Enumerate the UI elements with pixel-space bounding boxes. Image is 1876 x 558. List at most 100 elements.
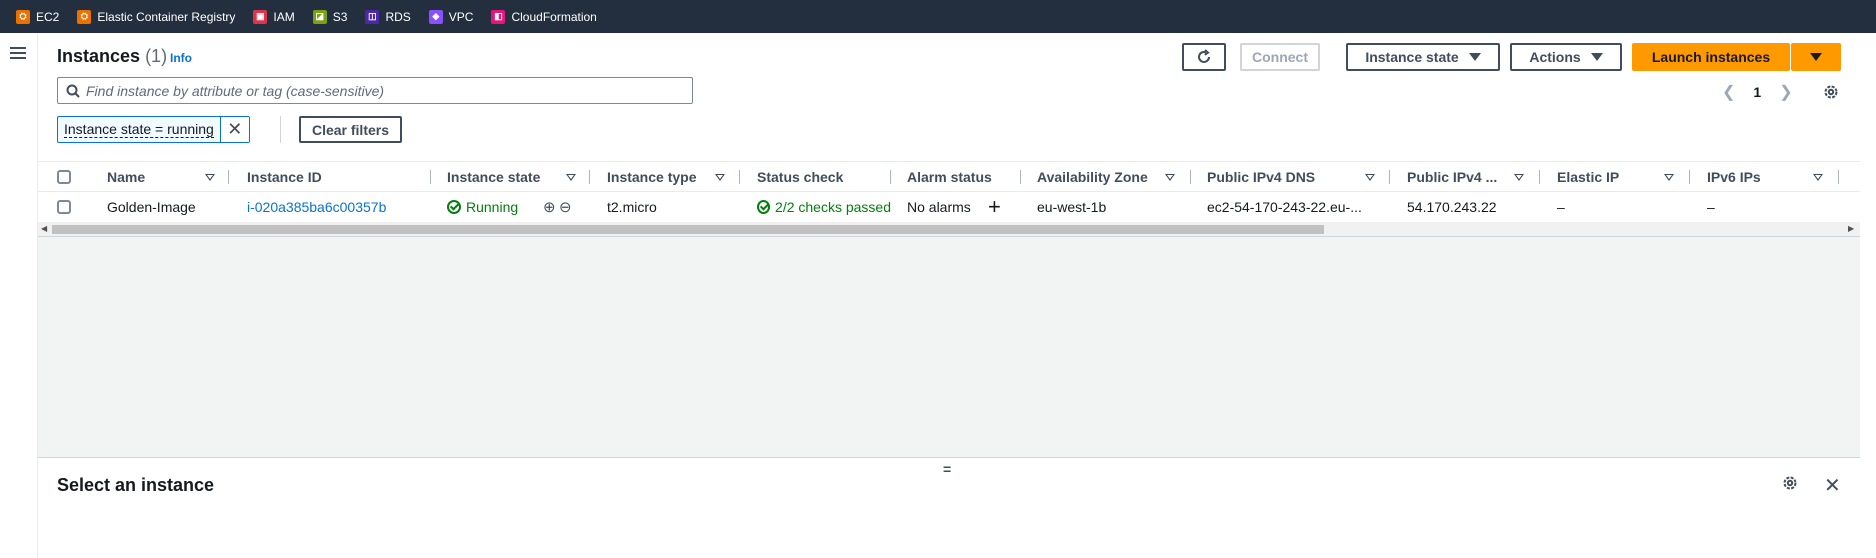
column-resizer[interactable] [430, 170, 431, 184]
iam-icon: ▣ [253, 9, 268, 24]
actions-dropdown[interactable]: Actions [1510, 43, 1622, 71]
column-resizer[interactable] [890, 170, 891, 184]
favorite-vpc[interactable]: ◈ VPC [428, 9, 473, 24]
right-edge [1860, 33, 1876, 558]
cell-instance-type: t2.micro [607, 199, 657, 215]
column-resizer[interactable] [739, 170, 740, 184]
column-resizer[interactable] [1389, 170, 1390, 184]
favorite-ec2[interactable]: ⛭ EC2 [16, 9, 59, 24]
add-alarm-icon[interactable]: + [988, 192, 1001, 222]
instance-state-dropdown[interactable]: Instance state [1346, 43, 1500, 71]
search-icon [66, 84, 80, 98]
header-instance-type[interactable]: Instance type [607, 162, 696, 192]
header-public-ip[interactable]: Public IPv4 ... [1407, 162, 1497, 192]
instance-id-link[interactable]: i-020a385ba6c00357b [247, 192, 386, 222]
cell-public-ip: 54.170.243.22 [1407, 199, 1497, 215]
gear-icon[interactable] [1823, 84, 1839, 100]
info-link[interactable]: Info [170, 51, 192, 65]
column-resizer[interactable] [1020, 170, 1021, 184]
sort-icon[interactable] [205, 174, 215, 181]
chevron-left-icon[interactable]: ❮ [1722, 82, 1735, 102]
caret-down-icon [1468, 53, 1481, 61]
caret-down-icon [1590, 53, 1603, 61]
menu-icon[interactable] [10, 47, 26, 59]
pagination: ❮ 1 ❯ [1722, 82, 1839, 102]
vpc-icon: ◈ [428, 9, 443, 24]
header-status-check[interactable]: Status check [757, 162, 843, 192]
instances-table: Name Instance ID Instance state Instance… [38, 161, 1860, 237]
chevron-right-icon[interactable]: ❯ [1779, 82, 1792, 102]
page-number[interactable]: 1 [1753, 84, 1761, 100]
sort-icon[interactable] [1165, 174, 1175, 181]
sort-icon[interactable] [715, 174, 725, 181]
side-nav-strip [0, 33, 38, 558]
table-row[interactable]: Golden-Image i-020a385ba6c00357b Running… [38, 192, 1860, 222]
column-resizer[interactable] [589, 170, 590, 184]
checkbox [57, 170, 71, 184]
remove-filter-icon[interactable]: ✕ [220, 117, 249, 142]
connect-button[interactable]: Connect [1240, 43, 1320, 71]
header-name[interactable]: Name [107, 162, 145, 192]
header-ipv6[interactable]: IPv6 IPs [1707, 162, 1761, 192]
refresh-icon [1198, 49, 1210, 63]
launch-instances-dropdown[interactable] [1791, 43, 1841, 71]
cell-ipv6: – [1707, 199, 1715, 215]
refresh-button[interactable] [1182, 43, 1226, 71]
sort-icon[interactable] [1365, 174, 1375, 181]
search-input[interactable] [86, 82, 666, 99]
header-instance-id[interactable]: Instance ID [247, 162, 322, 192]
column-resizer[interactable] [1689, 170, 1690, 184]
scroll-right-icon[interactable]: ▶ [1848, 224, 1854, 233]
favorite-s3[interactable]: ◪ S3 [312, 9, 347, 24]
row-checkbox[interactable] [57, 192, 71, 222]
split-panel-title: Select an instance [57, 475, 215, 495]
header-availability-zone[interactable]: Availability Zone [1037, 162, 1148, 192]
clear-filters-button[interactable]: Clear filters [299, 116, 402, 143]
select-all-checkbox[interactable] [57, 162, 71, 192]
sort-icon[interactable] [1664, 174, 1674, 181]
scrollbar-thumb[interactable] [52, 225, 1324, 234]
cell-alarm-status: No alarms [907, 199, 971, 215]
table-header-row: Name Instance ID Instance state Instance… [38, 162, 1860, 192]
instances-header: Instances (1) Info Connect Instance stat… [38, 33, 1860, 161]
header-instance-state[interactable]: Instance state [447, 162, 540, 192]
launch-instances-button[interactable]: Launch instances [1632, 43, 1790, 71]
zoom-in-icon[interactable]: ⊕ [543, 192, 556, 222]
favorite-ecr[interactable]: ⛭ Elastic Container Registry [77, 9, 235, 24]
divider [280, 116, 281, 143]
ecr-icon: ⛭ [77, 9, 92, 24]
filter-token-label[interactable]: Instance state = running [58, 117, 221, 142]
favorite-cloudformation[interactable]: ◧ CloudFormation [491, 9, 597, 24]
gear-icon[interactable] [1782, 475, 1798, 491]
rds-icon: ◫ [365, 9, 380, 24]
main-content: Instances (1) Info Connect Instance stat… [38, 33, 1860, 558]
favorite-iam[interactable]: ▣ IAM [253, 9, 295, 24]
column-resizer[interactable] [1190, 170, 1191, 184]
check-circle-icon [757, 200, 771, 214]
zoom-out-icon[interactable]: ⊖ [559, 192, 572, 222]
header-public-dns[interactable]: Public IPv4 DNS [1207, 162, 1315, 192]
s3-icon: ◪ [312, 9, 327, 24]
cloudformation-icon: ◧ [491, 9, 506, 24]
column-resizer[interactable] [1539, 170, 1540, 184]
cell-elastic-ip: – [1557, 199, 1565, 215]
horizontal-scrollbar[interactable]: ◀ ▶ [38, 222, 1860, 236]
scroll-left-icon[interactable]: ◀ [41, 224, 47, 233]
cell-public-dns: ec2-54-170-243-22.eu-... [1207, 199, 1362, 215]
cell-availability-zone: eu-west-1b [1037, 199, 1107, 215]
checkbox [57, 200, 71, 214]
sort-icon[interactable] [1514, 174, 1524, 181]
favorite-rds[interactable]: ◫ RDS [365, 9, 411, 24]
caret-down-icon [1810, 53, 1822, 61]
page-title: Instances (1) [57, 46, 168, 66]
header-elastic-ip[interactable]: Elastic IP [1557, 162, 1619, 192]
cell-status-check: 2/2 checks passed [757, 192, 891, 222]
column-resizer[interactable] [1838, 170, 1839, 184]
column-resizer[interactable] [228, 170, 229, 184]
favorites-bar: ⛭ EC2 ⛭ Elastic Container Registry ▣ IAM ◪ S… [0, 0, 1876, 33]
header-alarm-status[interactable]: Alarm status [907, 162, 992, 192]
sort-icon[interactable] [1813, 174, 1823, 181]
sort-icon[interactable] [566, 174, 576, 181]
close-icon[interactable]: ✕ [1824, 473, 1841, 498]
resize-handle[interactable]: = [943, 461, 951, 477]
